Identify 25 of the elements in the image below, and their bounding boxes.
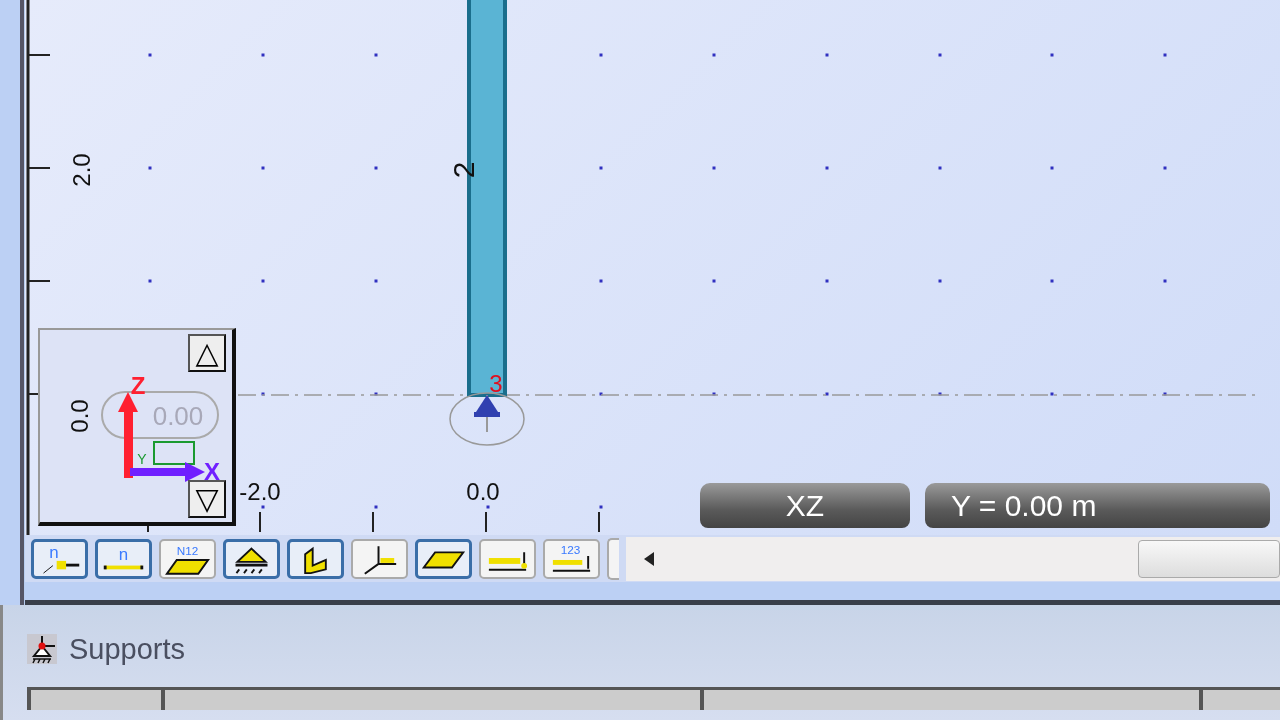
toolbar-button[interactable] <box>223 538 280 579</box>
axis-label: -2.0 <box>239 478 281 505</box>
ghost-value: 0.00 <box>152 401 204 431</box>
axis-name: Y <box>137 451 147 467</box>
toolbar-button[interactable] <box>479 538 536 579</box>
scrollbar-thumb[interactable] <box>1138 539 1280 578</box>
scroll-left-icon[interactable] <box>644 551 654 566</box>
section-position-label: Y = 0.00 m <box>925 483 1270 528</box>
panel-title: Supports <box>69 632 186 666</box>
node-number: 3 <box>489 370 503 397</box>
toolbar-button[interactable] <box>351 538 408 579</box>
view-up-button[interactable]: △ <box>188 334 226 372</box>
support-icon <box>474 394 500 433</box>
view-plane-label: XZ <box>700 483 910 528</box>
axis-label: 0.0 <box>466 478 500 505</box>
support-icon <box>27 634 57 664</box>
toolbar-button[interactable] <box>287 538 344 579</box>
view-box-icon <box>153 441 195 465</box>
axis-label: 2.0 <box>68 153 95 187</box>
horizontal-scrollbar[interactable] <box>626 536 1280 581</box>
view-down-button[interactable]: ▽ <box>188 480 226 518</box>
axis-name: Z <box>130 372 146 399</box>
axis-label: 0.0 <box>66 399 93 433</box>
toolbar-button[interactable] <box>415 538 472 579</box>
member-number: 2 <box>447 161 480 179</box>
